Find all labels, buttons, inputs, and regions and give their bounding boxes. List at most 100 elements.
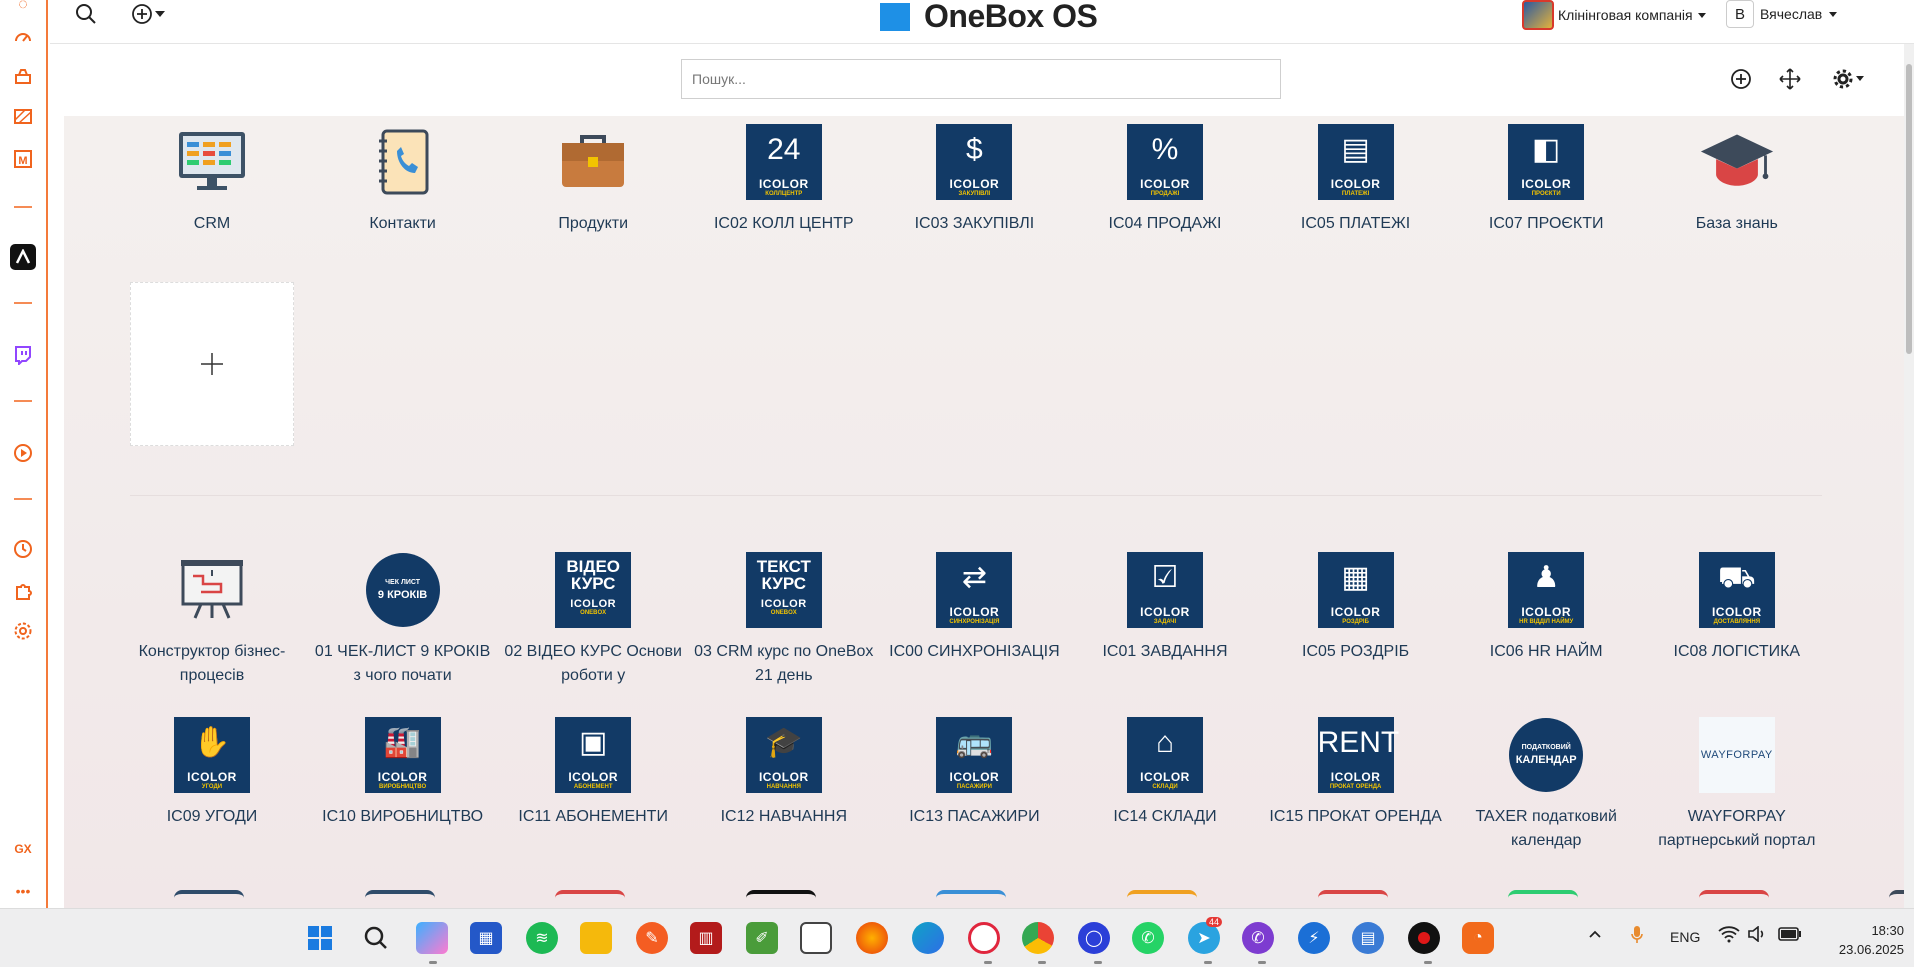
volume-icon[interactable] [1748, 925, 1766, 945]
tray-chevron-up-icon[interactable] [1588, 927, 1602, 944]
gx-logo-icon[interactable]: GX [10, 836, 36, 862]
search-icon[interactable] [74, 2, 98, 26]
app-tile[interactable]: ЧЕК ЛИСТ 9 КРОКІВ 01 ЧЕК-ЛИСТ 9 КРОКІВ з… [313, 552, 493, 688]
battery-icon[interactable] [1778, 927, 1802, 944]
app-glyph: 🚌 [955, 726, 994, 759]
app-tile[interactable]: % ICOLOR ПРОДАЖІ IC04 ПРОДАЖІ [1075, 124, 1255, 236]
search-input[interactable] [681, 59, 1281, 99]
timer-app-icon[interactable]: ◔ [1462, 922, 1494, 954]
app-shortcut-icon[interactable] [10, 244, 36, 270]
company-logo [1522, 0, 1554, 30]
app-glyph: ▤ [1341, 133, 1370, 166]
app-tile[interactable]: ⛟ ICOLOR ДОСТАВЛЯННЯ IC08 ЛОГІСТИКА [1647, 552, 1827, 664]
move-layout-button[interactable] [1777, 66, 1803, 92]
chrome-icon[interactable] [1022, 922, 1054, 954]
app-tile-partial[interactable] [1698, 890, 1769, 908]
system-clock[interactable]: 18:30 23.06.2025 [1822, 921, 1904, 959]
viber-icon[interactable]: ✆ [1242, 922, 1274, 954]
store-icon[interactable]: ▦ [470, 922, 502, 954]
app-tile[interactable]: CRM [122, 124, 302, 236]
app-tile[interactable]: Контакти [313, 124, 493, 236]
app-tile-partial[interactable] [1889, 890, 1904, 908]
app-tile[interactable]: База знань [1647, 124, 1827, 236]
taskbar-search-icon[interactable] [360, 922, 392, 954]
app-disk-icon[interactable]: ▤ [1352, 922, 1384, 954]
opera-icon[interactable] [968, 922, 1000, 954]
windows-start-icon[interactable] [304, 922, 336, 954]
signal-icon[interactable]: ◯ [1078, 922, 1110, 954]
microphone-icon[interactable] [1630, 925, 1644, 948]
app-tile[interactable]: WAYFORPAY WAYFORPAY партнерський портал [1647, 717, 1827, 853]
messenger-icon[interactable]: ◌ [10, 0, 36, 18]
dashboard-settings-button[interactable] [1828, 66, 1868, 92]
logo-square-icon [880, 2, 910, 31]
language-indicator[interactable]: ENG [1670, 929, 1700, 945]
filmstrip-app-icon[interactable]: ▥ [690, 922, 722, 954]
app-blue-icon[interactable]: ⚡ [1298, 922, 1330, 954]
pen-app-icon[interactable]: ✎ [636, 922, 668, 954]
app-tile[interactable]: ☑ ICOLOR ЗАДАЧІ IC01 ЗАВДАННЯ [1075, 552, 1255, 664]
icolor-app-icon: ✋ ICOLOR УГОДИ [174, 717, 250, 793]
add-app-button[interactable] [130, 282, 294, 446]
recorder-icon[interactable] [1408, 922, 1440, 954]
app-tile-partial[interactable] [1317, 890, 1388, 908]
whatsapp-icon[interactable]: ✆ [1132, 922, 1164, 954]
app-tile-partial[interactable] [936, 890, 1007, 908]
app-tile[interactable]: ◧ ICOLOR ПРОЄКТИ IC07 ПРОЄКТИ [1456, 124, 1636, 236]
icolor-brand-text: ICOLOR [949, 770, 1000, 784]
app-tile[interactable]: 🏭 ICOLOR ВИРОБНИЦТВО IC10 ВИРОБНИЦТВО [313, 717, 493, 829]
file-explorer-icon[interactable] [580, 922, 612, 954]
running-indicator [984, 961, 992, 964]
app-tile[interactable]: Конструктор бізнес-процесів [122, 552, 302, 688]
app-tile[interactable]: $ ICOLOR ЗАКУПІВЛІ IC03 ЗАКУПІВЛІ [884, 124, 1064, 236]
app-tile[interactable]: ♟ ICOLOR HR ВІДДІЛ НАЙМУ IC06 HR НАЙМ [1456, 552, 1636, 664]
icolor-icon: ✋ ICOLOR УГОДИ [174, 717, 250, 793]
history-icon[interactable] [10, 536, 36, 562]
wifi-icon[interactable] [1718, 925, 1740, 946]
twitch-icon[interactable] [10, 342, 36, 368]
app-tile[interactable]: ⌂ ICOLOR СКЛАДИ IC14 СКЛАДИ [1075, 717, 1255, 829]
app-tile[interactable]: 🚌 ICOLOR ПАСАЖИРИ IC13 ПАСАЖИРИ [884, 717, 1064, 829]
app-tile[interactable]: 🎓 ICOLOR НАВЧАННЯ IC12 НАВЧАННЯ [694, 717, 874, 829]
app-tile[interactable]: ▣ ICOLOR АБОНЕМЕНТ IC11 АБОНЕМЕНТИ [503, 717, 683, 829]
app-tile[interactable]: Продукти [503, 124, 683, 236]
edge-icon[interactable] [912, 922, 944, 954]
add-widget-button[interactable] [1728, 66, 1754, 92]
mods-icon[interactable]: M [10, 146, 36, 172]
create-menu-button[interactable] [130, 2, 170, 26]
player-icon[interactable] [10, 440, 36, 466]
extensions-icon[interactable] [10, 578, 36, 604]
game-console-icon[interactable] [10, 64, 36, 90]
course-title-bottom: КУРС [761, 574, 807, 593]
more-icon[interactable]: ••• [10, 878, 36, 904]
app-tile[interactable]: ⇄ ICOLOR СИНХРОНІЗАЦІЯ IC00 СИНХРОНІЗАЦІ… [884, 552, 1064, 664]
spotify-icon[interactable]: ≋ [526, 922, 558, 954]
app-tile-partial[interactable] [364, 890, 435, 908]
icolor-subtitle: НАВЧАННЯ [766, 784, 801, 790]
settings-icon[interactable] [10, 618, 36, 644]
app-tile[interactable]: ВІДЕО КУРС ICOLOR ONEBOX 02 ВІДЕО КУРС О… [503, 552, 683, 688]
company-switcher[interactable]: Клінінговая компанія [1522, 0, 1707, 30]
wallpaper-icon[interactable] [10, 104, 36, 130]
paint-app-icon[interactable]: ✐ [746, 922, 778, 954]
speed-dial-icon[interactable] [10, 24, 36, 50]
app-tile[interactable]: ПОДАТКОВИЙ КАЛЕНДАР TAXER податковий кал… [1456, 717, 1636, 853]
app-tile-partial[interactable] [745, 890, 816, 908]
app-tile[interactable]: ТЕКСТ КУРС ICOLOR ONEBOX 03 CRM курс по … [694, 552, 874, 688]
user-menu[interactable]: В Вячеслав [1726, 0, 1838, 28]
copilot-icon[interactable] [416, 922, 448, 954]
app-tile[interactable]: RENT ICOLOR ПРОКАТ ОРЕНДА IC15 ПРОКАТ ОР… [1266, 717, 1446, 829]
page-scrollbar[interactable] [1904, 44, 1914, 908]
app-tile-partial[interactable] [174, 890, 244, 908]
app-tile[interactable]: ▤ ICOLOR ПЛАТЕЖІ IC05 ПЛАТЕЖІ [1266, 124, 1446, 236]
scrollbar-thumb[interactable] [1906, 64, 1912, 354]
app-tile[interactable]: ✋ ICOLOR УГОДИ IC09 УГОДИ [122, 717, 302, 829]
app-tile-partial[interactable] [555, 890, 626, 908]
firefox-icon[interactable] [856, 922, 888, 954]
app-tile-partial[interactable] [1508, 890, 1579, 908]
app-tile[interactable]: ▦ ICOLOR РОЗДРІБ IC05 РОЗДРІБ [1266, 552, 1446, 664]
app-logo[interactable]: OneBox OS [880, 0, 1098, 35]
app-tile-partial[interactable] [1127, 890, 1197, 908]
app-tile[interactable]: 24 ICOLOR КОЛЛЦЕНТР IC02 КОЛЛ ЦЕНТР [694, 124, 874, 236]
notepad-icon[interactable] [800, 922, 832, 954]
